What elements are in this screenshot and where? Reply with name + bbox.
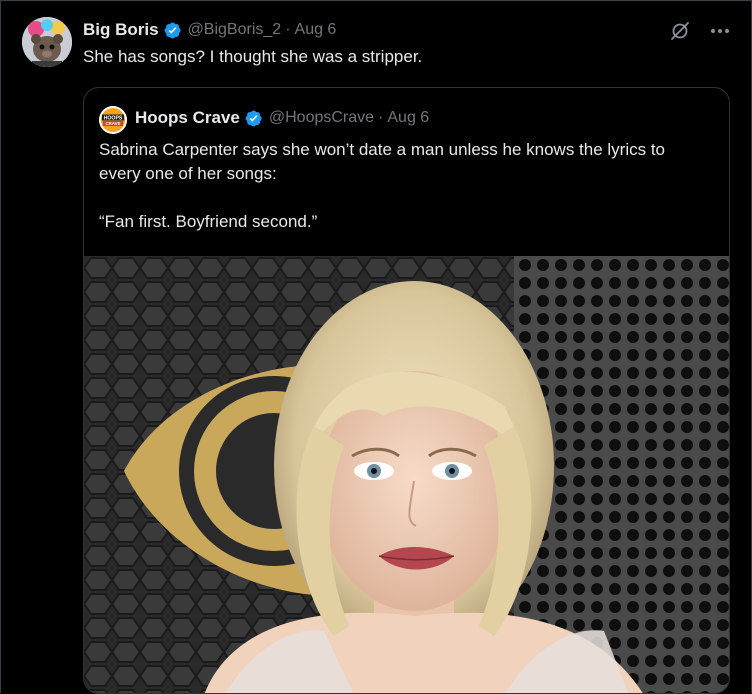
tweet-media-image[interactable] — [84, 256, 729, 693]
dot-separator: · — [378, 109, 384, 126]
verified-badge-icon — [163, 21, 182, 40]
tweet-date[interactable]: Aug 6 — [295, 21, 337, 39]
quoted-author-handle[interactable]: @HoopsCrave — [269, 109, 374, 127]
tweet-container: Big Boris @BigBoris_2 · Aug 6 She has so… — [0, 0, 752, 694]
tweet-header: Big Boris @BigBoris_2 · Aug 6 — [83, 19, 336, 41]
quoted-text-line2: “Fan first. Boyfriend second.” — [99, 212, 318, 231]
tweet-actions-top — [669, 20, 731, 42]
avatar-image — [22, 17, 72, 67]
quoted-tweet-date[interactable]: Aug 6 — [387, 109, 429, 127]
author-avatar[interactable] — [22, 17, 72, 67]
quoted-tweet[interactable]: HOOPS CRAVE Hoops Crave @HoopsCrave · Au… — [83, 87, 730, 694]
quoted-author-avatar[interactable]: HOOPS CRAVE — [99, 106, 127, 134]
quoted-text-line1: Sabrina Carpenter says she won’t date a … — [99, 140, 666, 183]
more-icon[interactable] — [709, 20, 731, 42]
dot-separator: · — [285, 21, 291, 38]
verified-badge-icon — [244, 109, 263, 128]
tweet-text: She has songs? I thought she was a strip… — [83, 47, 423, 66]
photo-illustration — [84, 256, 729, 693]
quoted-tweet-text: Sabrina Carpenter says she won’t date a … — [99, 138, 709, 234]
author-handle[interactable]: @BigBoris_2 — [188, 21, 282, 39]
avatar-logo-bottom: CRAVE — [105, 121, 120, 126]
quoted-author-name[interactable]: Hoops Crave — [135, 108, 240, 128]
grok-icon[interactable] — [669, 20, 691, 42]
author-name[interactable]: Big Boris — [83, 20, 159, 40]
quoted-tweet-header: Hoops Crave @HoopsCrave · Aug 6 — [135, 107, 429, 129]
